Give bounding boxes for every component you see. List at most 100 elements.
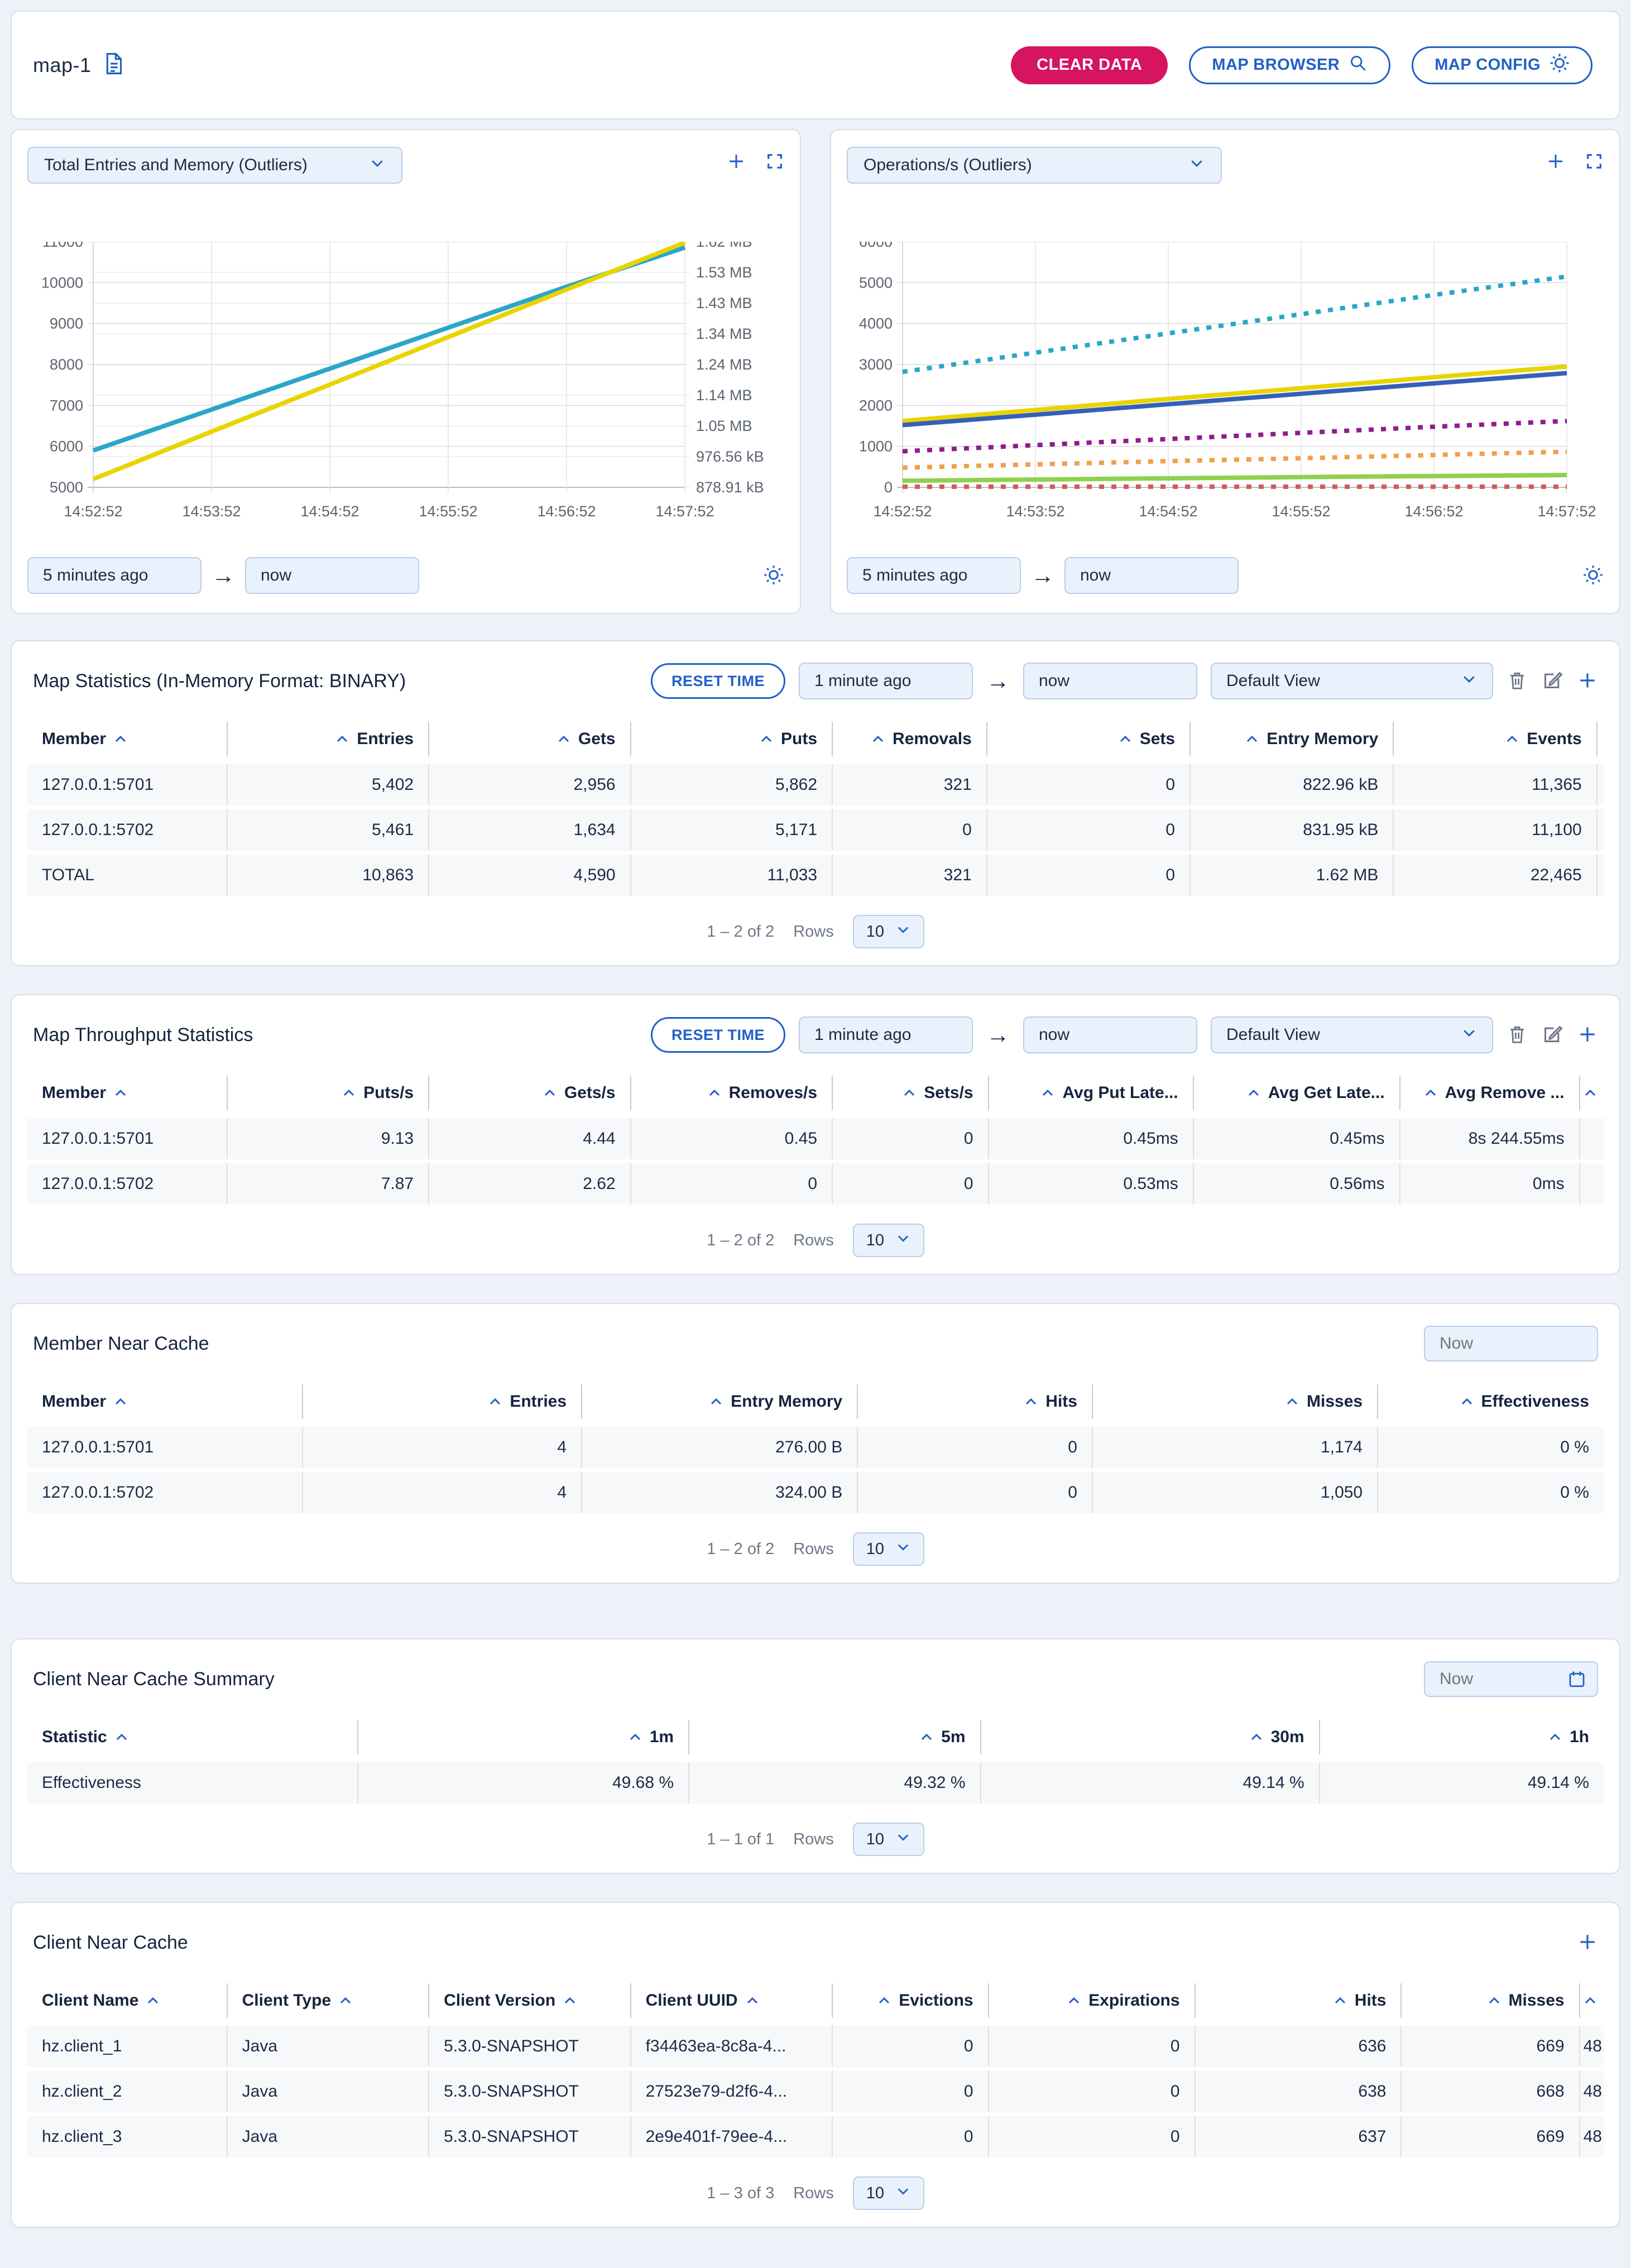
page-size-select[interactable]: 10 <box>853 1532 924 1566</box>
column-header-puts-s[interactable]: Puts/s <box>228 1076 429 1110</box>
reset-time-button[interactable]: RESET TIME <box>651 663 785 699</box>
table-row: 127.0.0.1:57019.134.440.4500.45ms0.45ms8… <box>27 1118 1604 1159</box>
axis-tick-label: 4000 <box>859 315 893 332</box>
chart-to-input[interactable] <box>1064 557 1239 594</box>
document-icon[interactable] <box>103 51 125 79</box>
table-from-input[interactable] <box>799 1016 973 1053</box>
add-view-button[interactable] <box>1577 670 1598 693</box>
column-label: Removes/s <box>729 1083 817 1102</box>
column-header-member[interactable]: Member <box>27 1076 228 1110</box>
column-header-removals[interactable]: Removals <box>833 722 987 756</box>
clear-data-button[interactable]: CLEAR DATA <box>1011 46 1168 84</box>
cell: hz.client_2 <box>27 2071 228 2112</box>
column-header-misses[interactable]: Misses <box>1402 1983 1580 2018</box>
column-header-1m[interactable]: 1m <box>358 1720 689 1754</box>
fullscreen-button[interactable] <box>1585 151 1604 173</box>
chart-metric-select[interactable]: Operations/s (Outliers) <box>847 147 1222 184</box>
map-browser-button[interactable]: MAP BROWSER <box>1189 46 1390 84</box>
page-size-select[interactable]: 10 <box>853 1224 924 1257</box>
chart-settings-button[interactable] <box>763 564 784 587</box>
column-header-entry-memory[interactable]: Entry Memory <box>1191 722 1394 756</box>
page-size-select[interactable]: 10 <box>853 1823 924 1856</box>
time-now-input[interactable] <box>1424 1326 1598 1361</box>
axis-tick-label: 1000 <box>859 438 893 455</box>
view-select[interactable]: Default View <box>1211 1016 1493 1053</box>
cell: 0 <box>833 809 987 851</box>
chart-from-input[interactable] <box>27 557 202 594</box>
table-to-input[interactable] <box>1023 663 1197 699</box>
column-header-gets-s[interactable]: Gets/s <box>429 1076 631 1110</box>
gear-icon <box>1582 564 1604 587</box>
column-header-puts[interactable]: Puts <box>631 722 833 756</box>
column-header-avg-get-late[interactable]: Avg Get Late... <box>1194 1076 1400 1110</box>
sort-caret-icon <box>488 1398 502 1406</box>
column-header-avg-put-late[interactable]: Avg Put Late... <box>989 1076 1194 1110</box>
column-header-misses[interactable]: Misses <box>1093 1384 1378 1419</box>
axis-tick-label: 976.56 kB <box>696 448 764 465</box>
page-size-select[interactable]: 10 <box>853 915 924 948</box>
cell: 668 <box>1402 2071 1580 2112</box>
column-header-client-uuid[interactable]: Client UUID <box>631 1983 833 2018</box>
column-header-evictions[interactable]: Evictions <box>833 1983 989 2018</box>
charts-row: Total Entries and Memory (Outliers) <box>11 129 1620 614</box>
add-chart-button[interactable] <box>1546 151 1566 173</box>
cell: 11,365 <box>1394 764 1597 805</box>
fullscreen-button[interactable] <box>765 151 784 173</box>
sort-caret-icon <box>114 1398 127 1406</box>
add-view-button[interactable] <box>1577 1024 1598 1047</box>
column-label: Entry Memory <box>1267 730 1378 749</box>
column-header-5m[interactable]: 5m <box>689 1720 981 1754</box>
column-header-effectiveness[interactable]: Effectiveness <box>1378 1384 1604 1419</box>
column-header-30m[interactable]: 30m <box>981 1720 1320 1754</box>
column-header-member[interactable]: Member <box>27 722 228 756</box>
page-size-select[interactable]: 10 <box>853 2176 924 2210</box>
sort-caret-icon <box>877 1997 891 2005</box>
column-header-sets-s[interactable]: Sets/s <box>833 1076 989 1110</box>
column-header-clipped[interactable] <box>1580 1983 1604 2018</box>
add-chart-button[interactable] <box>726 151 746 173</box>
sort-caret-icon <box>709 1398 723 1406</box>
column-header-clipped[interactable] <box>1580 1076 1604 1110</box>
chart-settings-button[interactable] <box>1582 564 1604 587</box>
gear-icon <box>763 564 784 587</box>
chart-metric-select-value: Operations/s (Outliers) <box>864 156 1032 175</box>
column-header-removes-s[interactable]: Removes/s <box>631 1076 833 1110</box>
view-select[interactable]: Default View <box>1211 663 1493 699</box>
delete-view-button[interactable] <box>1507 669 1528 693</box>
column-header-events[interactable]: Events <box>1394 722 1597 756</box>
chart-from-input[interactable] <box>847 557 1021 594</box>
column-header-1h[interactable]: 1h <box>1320 1720 1604 1754</box>
cell: 0 <box>833 2071 989 2112</box>
client-near-cache-panel: Client Near Cache Client NameClient Type… <box>11 1902 1620 2228</box>
chevron-down-icon <box>895 1539 911 1559</box>
column-header-avg-remove[interactable]: Avg Remove ... <box>1400 1076 1580 1110</box>
column-header-statistic[interactable]: Statistic <box>27 1720 358 1754</box>
column-header-hits[interactable]: Hits <box>858 1384 1093 1419</box>
column-header-hits[interactable]: Hits <box>1196 1983 1402 2018</box>
chart-metric-select[interactable]: Total Entries and Memory (Outliers) <box>27 147 402 184</box>
edit-view-button[interactable] <box>1541 669 1563 693</box>
table-to-input[interactable] <box>1023 1016 1197 1053</box>
map-statistics-table: MemberEntriesGetsPutsRemovalsSets Entry M… <box>27 722 1604 896</box>
calendar-icon[interactable] <box>1567 1669 1587 1692</box>
column-header-client-name[interactable]: Client Name <box>27 1983 228 2018</box>
column-header-sets[interactable]: Sets <box>987 722 1191 756</box>
column-header-gets[interactable]: Gets <box>429 722 631 756</box>
column-header-entries[interactable]: Entries <box>303 1384 582 1419</box>
reset-time-button[interactable]: RESET TIME <box>651 1017 785 1053</box>
sort-caret-icon <box>1041 1089 1054 1097</box>
column-header-entry-memory[interactable]: Entry Memory <box>582 1384 858 1419</box>
table-from-input[interactable] <box>799 663 973 699</box>
column-header-member[interactable]: Member <box>27 1384 303 1419</box>
chart-to-input[interactable] <box>245 557 419 594</box>
add-view-button[interactable] <box>1577 1931 1598 1954</box>
map-config-button[interactable]: MAP CONFIG <box>1412 46 1592 84</box>
chevron-down-icon <box>1461 1024 1478 1046</box>
column-header-entries[interactable]: Entries <box>228 722 429 756</box>
delete-view-button[interactable] <box>1507 1023 1528 1047</box>
column-header-client-type[interactable]: Client Type <box>228 1983 429 2018</box>
column-header-expirations[interactable]: Expirations <box>989 1983 1196 2018</box>
member-near-cache-panel: Member Near Cache MemberEntriesEntry Mem… <box>11 1303 1620 1584</box>
column-header-client-version[interactable]: Client Version <box>429 1983 631 2018</box>
edit-view-button[interactable] <box>1541 1023 1563 1047</box>
